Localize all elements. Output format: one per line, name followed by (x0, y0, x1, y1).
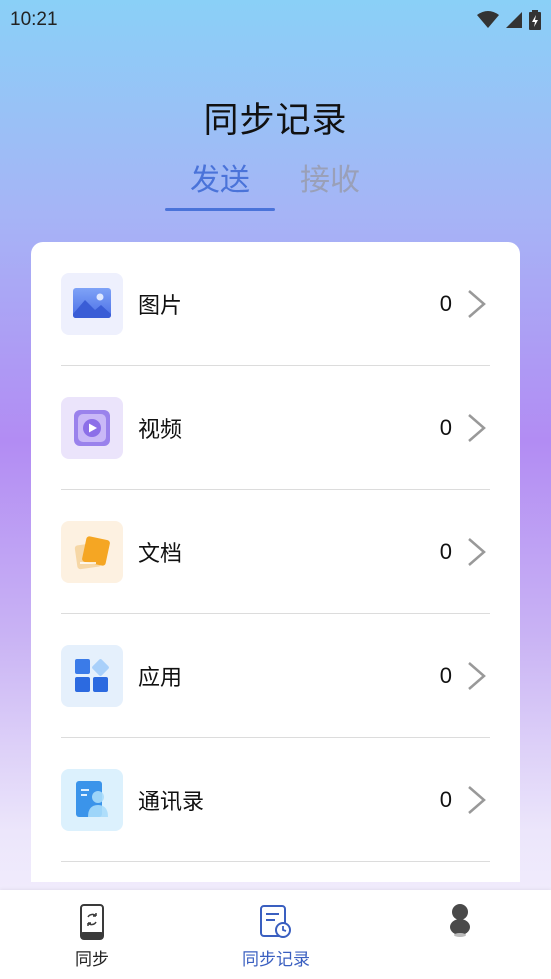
chevron-right-icon (468, 537, 486, 566)
item-count: 0 (439, 786, 452, 812)
tab-underline (165, 208, 275, 211)
item-count: 0 (439, 414, 452, 440)
records-icon (260, 905, 291, 938)
list-item-videos[interactable]: 视频 0 (61, 366, 490, 490)
item-count: 0 (439, 538, 452, 564)
status-bar: 10:21 (0, 0, 551, 40)
list-item-images[interactable]: 图片 0 (61, 242, 490, 366)
chevron-right-icon (468, 785, 486, 814)
profile-icon (450, 904, 470, 937)
nav-profile[interactable] (418, 890, 502, 979)
list-item-apps[interactable]: 应用 0 (61, 614, 490, 738)
battery-icon (529, 10, 541, 30)
apps-icon (61, 644, 123, 707)
contacts-icon (61, 768, 123, 831)
item-label: 视频 (138, 417, 183, 443)
video-icon (61, 396, 123, 459)
status-icons (477, 10, 541, 30)
item-label: 应用 (138, 665, 183, 691)
tab-send[interactable]: 发送 (165, 155, 275, 199)
bottom-nav: 同步 同步记录 (0, 890, 551, 979)
tab-receive[interactable]: 接收 (275, 155, 385, 199)
item-label: 通讯录 (138, 789, 205, 815)
nav-sync[interactable]: 同步 (50, 890, 134, 979)
image-icon (61, 272, 123, 335)
item-label: 文档 (138, 541, 183, 567)
item-count: 0 (439, 290, 452, 316)
tab-bar: 发送 接收 (165, 155, 385, 215)
records-card: 图片 0 视频 0 文档 0 应用 0 通讯录 0 (31, 242, 520, 882)
wifi-icon (477, 11, 499, 28)
chevron-right-icon (468, 413, 486, 442)
status-time: 10:21 (10, 9, 58, 30)
page-title: 同步记录 (203, 101, 348, 141)
list-item-contacts[interactable]: 通讯录 0 (61, 738, 490, 862)
nav-label: 同步记录 (242, 950, 310, 970)
document-icon (61, 520, 123, 583)
signal-icon (506, 12, 522, 28)
item-count: 0 (439, 662, 452, 688)
chevron-right-icon (468, 289, 486, 318)
chevron-right-icon (468, 661, 486, 690)
phone-sync-icon (80, 904, 104, 940)
nav-sync-records[interactable]: 同步记录 (224, 890, 328, 979)
item-label: 图片 (138, 293, 183, 319)
list-item-documents[interactable]: 文档 0 (61, 490, 490, 614)
nav-label: 同步 (75, 950, 109, 970)
